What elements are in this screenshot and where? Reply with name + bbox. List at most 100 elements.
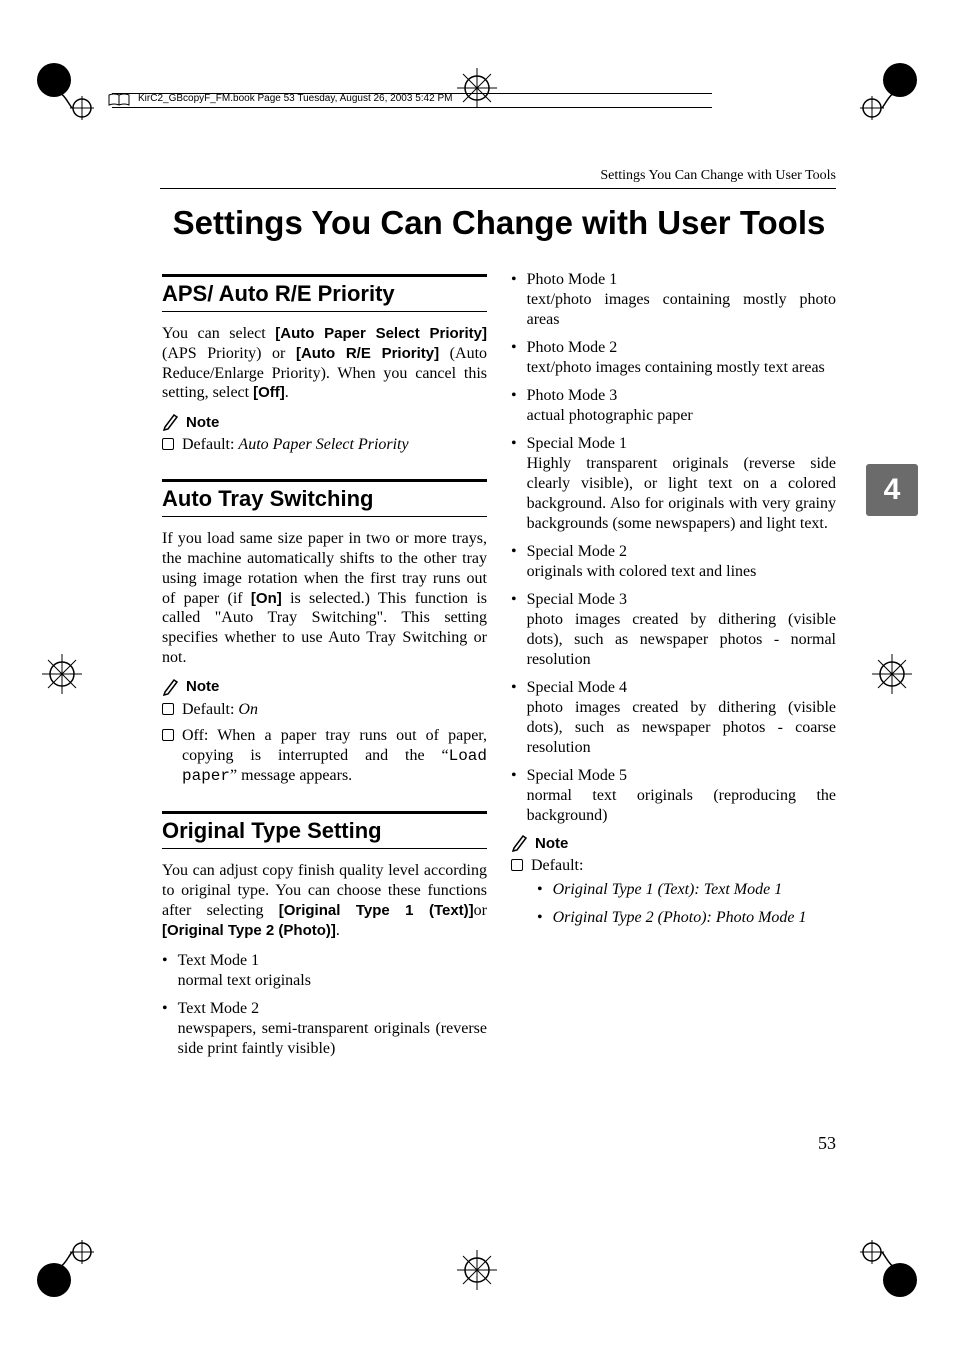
content-columns: APS/ Auto R/E Priority You can select [A…: [162, 270, 836, 1158]
reg-cross-bottom: [453, 1246, 501, 1294]
left-column: APS/ Auto R/E Priority You can select [A…: [162, 270, 487, 1158]
mode-name: Text Mode 1: [178, 952, 260, 969]
note-label: Note: [535, 835, 568, 852]
list-item: Photo Mode 1 text/photo images containing…: [511, 270, 836, 330]
reg-cross-top: [453, 64, 501, 112]
running-head: Settings You Can Change with User Tools: [600, 168, 836, 184]
text: Off: When a paper tray runs out of paper…: [182, 727, 487, 764]
list-item: Special Mode 4 photo images created by di…: [511, 678, 836, 758]
h2-rule: [162, 516, 487, 517]
reg-mark-br: [858, 1238, 918, 1298]
text: Default:: [182, 701, 238, 718]
heading-auto-tray: Auto Tray Switching: [162, 486, 487, 512]
note-icon: [162, 678, 180, 696]
mode-desc: newspapers, semi-transparent originals (…: [178, 1020, 487, 1057]
ui-label: [Original Type 2 (Photo)]: [162, 922, 336, 939]
reg-cross-right: [868, 650, 916, 698]
ui-label: [On]: [251, 590, 282, 607]
mode-desc: Highly transparent originals (reverse si…: [527, 455, 836, 532]
h2-rule: [162, 848, 487, 849]
print-header: KirC2_GBcopyF_FM.book Page 53 Tuesday, A…: [138, 93, 452, 104]
list-item: Special Mode 3photo images created by di…: [511, 590, 836, 670]
mode-name: Special Mode 5: [527, 767, 627, 784]
mode-list-left: Text Mode 1 normal text originals Text Mo…: [162, 951, 487, 1059]
note-icon: [511, 834, 529, 852]
h2-rule: [162, 479, 487, 482]
note-heading: Note: [162, 678, 487, 696]
mode-name: Photo Mode 3: [527, 387, 618, 404]
h2-rule: [162, 274, 487, 277]
original-type-paragraph: You can adjust copy finish quality level…: [162, 861, 487, 940]
text: .: [336, 922, 340, 939]
text: Default:: [182, 436, 238, 453]
mode-desc: text/photo images containing mostly phot…: [527, 291, 836, 328]
heading-original-type: Original Type Setting: [162, 818, 487, 844]
checkbox-icon: [162, 729, 174, 741]
mode-desc: photo images created by dithering (visib…: [527, 699, 836, 756]
list-item: Photo Mode 2 text/photo images containing…: [511, 338, 836, 378]
mode-name: Text Mode 2: [178, 1000, 260, 1017]
mode-name: Photo Mode 2: [527, 339, 618, 356]
list-item: Original Type 2 (Photo): Photo Mode 1: [537, 908, 836, 928]
note-item: Off: When a paper tray runs out of paper…: [162, 726, 487, 787]
text: .: [285, 384, 289, 401]
checkbox-icon: [162, 703, 174, 715]
text: ” message appears.: [230, 767, 352, 784]
list-item: Text Mode 2 newspapers, semi-transparent …: [162, 999, 487, 1059]
right-column: Photo Mode 1 text/photo images containing…: [511, 270, 836, 1158]
default-value: On: [238, 701, 258, 718]
list-item: Text Mode 1 normal text originals: [162, 951, 487, 991]
list-item: Special Mode 1 Highly transparent origina…: [511, 434, 836, 534]
note-item: Default: On: [162, 700, 487, 720]
list-item: Original Type 1 (Text): Text Mode 1: [537, 880, 836, 900]
mode-desc: normal text originals: [178, 972, 311, 989]
note-heading: Note: [511, 834, 836, 852]
note-label: Note: [186, 414, 219, 431]
page-title: Settings You Can Change with User Tools: [162, 204, 836, 242]
default-sublist: Original Type 1 (Text): Text Mode 1 Orig…: [537, 880, 836, 928]
h2-rule: [162, 311, 487, 312]
aps-paragraph: You can select [Auto Paper Select Priori…: [162, 324, 487, 403]
list-item: Photo Mode 3 actual photographic paper: [511, 386, 836, 426]
default-value: Original Type 1 (Text): Text Mode 1: [553, 881, 783, 898]
default-value: Original Type 2 (Photo): Photo Mode 1: [553, 909, 807, 926]
ui-label: [Original Type 1 (Text)]: [279, 902, 474, 919]
reg-mark-tl: [36, 62, 96, 122]
mode-name: Special Mode 1: [527, 435, 627, 452]
section-tab: 4: [866, 464, 918, 516]
mode-desc: actual photographic paper: [527, 407, 693, 424]
running-head-rule: [160, 188, 836, 189]
list-item: Special Mode 5 normal text originals (rep…: [511, 766, 836, 826]
text: Default:: [531, 857, 583, 874]
note-heading: Note: [162, 413, 487, 431]
list-item: Special Mode 2 originals with colored tex…: [511, 542, 836, 582]
note-item: Default: Original Type 1 (Text): Text Mo…: [511, 856, 836, 936]
mode-desc: text/photo images containing mostly text…: [527, 359, 825, 376]
mode-desc: normal text originals (reproducing the b…: [527, 787, 836, 824]
default-value: Auto Paper Select Priority: [238, 436, 408, 453]
heading-aps: APS/ Auto R/E Priority: [162, 281, 487, 307]
note-item: Default: Auto Paper Select Priority: [162, 435, 487, 455]
ui-label: [Auto R/E Priority]: [296, 345, 439, 362]
note-label: Note: [186, 678, 219, 695]
reg-mark-tr: [858, 62, 918, 122]
reg-cross-left: [38, 650, 86, 698]
reg-mark-bl: [36, 1238, 96, 1298]
auto-tray-paragraph: If you load same size paper in two or mo…: [162, 529, 487, 668]
mode-desc: originals with colored text and lines: [527, 563, 757, 580]
text: You can select: [162, 325, 275, 342]
mode-name: Special Mode 4: [527, 679, 627, 696]
mode-name: Photo Mode 1: [527, 271, 618, 288]
note-icon: [162, 413, 180, 431]
mode-name: Special Mode 2: [527, 543, 627, 560]
checkbox-icon: [162, 438, 174, 450]
book-icon: [108, 93, 130, 107]
h2-rule: [162, 811, 487, 814]
text: or: [474, 902, 487, 919]
book-rule-bot: [112, 107, 712, 108]
ui-label: [Auto Paper Select Priority]: [275, 325, 487, 342]
checkbox-icon: [511, 859, 523, 871]
mode-desc: photo images created by dithering (visib…: [527, 611, 836, 668]
ui-label: [Off]: [253, 384, 285, 401]
mode-list-right: Photo Mode 1 text/photo images containing…: [511, 270, 836, 826]
